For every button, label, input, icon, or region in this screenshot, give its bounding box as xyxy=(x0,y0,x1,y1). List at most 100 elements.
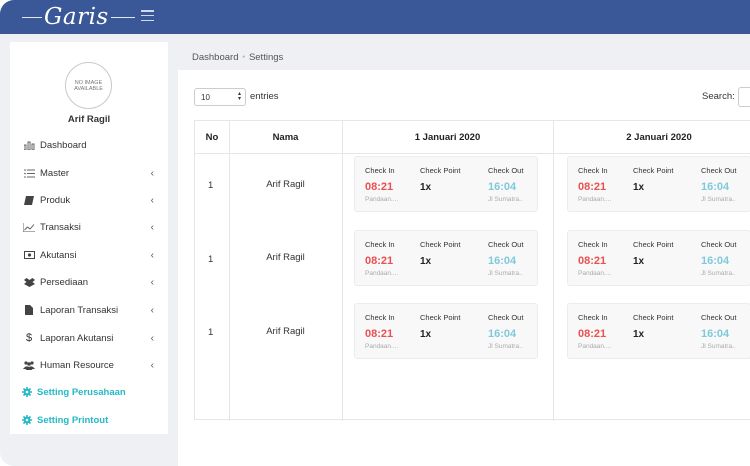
chevron-left-icon: ‹ xyxy=(150,194,154,206)
list-icon xyxy=(22,168,36,178)
sidebar-item-label: Produk xyxy=(40,194,71,206)
cell-no: 1 xyxy=(208,327,214,338)
check-in-label: Check In xyxy=(365,166,395,175)
attendance-card[interactable]: Check In Check Point Check Out 08:21 1x … xyxy=(354,303,538,359)
breadcrumb: Dashboard • Settings xyxy=(192,52,283,63)
user-name: Arif Ragil xyxy=(67,114,111,125)
check-point-label: Check Point xyxy=(633,313,674,322)
check-out-location: Jl Sumatra.. xyxy=(701,270,736,277)
boxes-icon xyxy=(22,277,36,287)
cell-nama: Arif Ragil xyxy=(266,252,305,263)
dollar-icon: $ xyxy=(25,332,33,344)
check-point-label: Check Point xyxy=(633,166,674,175)
attendance-card[interactable]: Check In Check Point Check Out 08:21 1x … xyxy=(354,156,538,212)
chevron-left-icon: ‹ xyxy=(150,304,154,316)
main-content: 10 ▴ ▾ entries Search: No Nama 1 Januari … xyxy=(178,70,750,466)
cell-nama: Arif Ragil xyxy=(266,179,305,190)
money-icon xyxy=(22,251,36,259)
sidebar-item-label: Akutansi xyxy=(40,249,77,261)
check-point-label: Check Point xyxy=(420,240,461,249)
sidebar-item-label: Laporan Transaksi xyxy=(40,304,119,316)
column-header-date[interactable]: 1 Januari 2020 xyxy=(342,132,553,143)
sidebar-item-label: Laporan Akutansi xyxy=(40,332,114,344)
check-out-time: 16:04 xyxy=(488,181,517,193)
check-in-time: 08:21 xyxy=(578,181,607,193)
check-out-label: Check Out xyxy=(488,240,524,249)
sidebar-item-laporan-akutansi[interactable]: $ Laporan Akutansi ‹ xyxy=(10,325,168,351)
check-in-time: 08:21 xyxy=(365,181,394,193)
gear-icon xyxy=(20,387,34,397)
attendance-card[interactable]: Check In Check Point Check Out 08:21 1x … xyxy=(567,303,750,359)
check-point-count: 1x xyxy=(420,256,432,267)
breadcrumb-separator: • xyxy=(242,54,245,61)
sidebar-item-label: Transaksi xyxy=(40,221,81,233)
avatar: NO IMAGE AVAILABLE xyxy=(65,62,112,109)
chevron-left-icon: ‹ xyxy=(150,332,154,344)
column-header-nama[interactable]: Nama xyxy=(229,132,342,143)
check-point-label: Check Point xyxy=(420,166,461,175)
sidebar-item-dashboard[interactable]: Dashboard xyxy=(10,132,168,158)
check-out-time: 16:04 xyxy=(488,328,517,340)
entries-label: entries xyxy=(250,91,279,102)
sidebar-item-akutansi[interactable]: Akutansi ‹ xyxy=(10,242,168,268)
check-in-time: 08:21 xyxy=(365,255,394,267)
attendance-table: No Nama 1 Januari 2020 2 Januari 2020 1 … xyxy=(194,120,750,421)
cell-no: 1 xyxy=(208,180,214,191)
check-out-location: Jl Sumatra.. xyxy=(488,196,523,203)
check-point-count: 1x xyxy=(633,256,645,267)
check-in-location: Pandaan.... xyxy=(578,343,612,350)
column-header-date[interactable]: 2 Januari 2020 xyxy=(553,132,750,143)
check-in-location: Pandaan.... xyxy=(578,196,612,203)
check-out-location: Jl Sumatra.. xyxy=(701,196,736,203)
attendance-card[interactable]: Check In Check Point Check Out 08:21 1x … xyxy=(567,230,750,286)
sidebar-item-master[interactable]: Master ‹ xyxy=(10,160,168,186)
search-input[interactable] xyxy=(738,87,750,107)
gear-icon xyxy=(20,415,34,425)
check-out-label: Check Out xyxy=(701,166,737,175)
entries-length-select[interactable]: 10 ▴ ▾ xyxy=(194,88,246,106)
check-in-location: Pandaan.... xyxy=(365,343,399,350)
app-frame: Garis NO IMAGE AVAILABLE Arif Ragil Dash… xyxy=(0,0,750,466)
sidebar-item-human-resource[interactable]: Human Resource ‹ xyxy=(10,352,168,378)
breadcrumb-current: Settings xyxy=(248,52,284,63)
sidebar-item-laporan-transaksi[interactable]: Laporan Transaksi ‹ xyxy=(10,297,168,323)
column-header-no[interactable]: No xyxy=(195,132,229,143)
sidebar-item-label: Persediaan xyxy=(40,276,89,288)
check-point-count: 1x xyxy=(633,182,645,193)
sidebar-item-setting-printout[interactable]: Setting Printout xyxy=(10,407,168,433)
attendance-card[interactable]: Check In Check Point Check Out 08:21 1x … xyxy=(567,156,750,212)
attendance-card[interactable]: Check In Check Point Check Out 08:21 1x … xyxy=(354,230,538,286)
check-out-time: 16:04 xyxy=(701,181,730,193)
chevron-left-icon: ‹ xyxy=(150,221,154,233)
check-out-location: Jl Sumatra.. xyxy=(488,343,523,350)
sidebar-item-label: Human Resource xyxy=(40,359,114,371)
sidebar-item-produk[interactable]: Produk ‹ xyxy=(10,187,168,213)
check-in-time: 08:21 xyxy=(578,255,607,267)
check-out-label: Check Out xyxy=(488,166,524,175)
sidebar-item-setting-perusahaan[interactable]: Setting Perusahaan xyxy=(10,379,168,405)
search-label: Search: xyxy=(702,91,735,102)
hamburger-menu-icon[interactable] xyxy=(141,10,154,21)
check-point-label: Check Point xyxy=(633,240,674,249)
select-arrows-icon: ▴ ▾ xyxy=(237,91,241,102)
breadcrumb-home[interactable]: Dashboard xyxy=(192,52,238,63)
chevron-left-icon: ‹ xyxy=(150,167,154,179)
check-out-time: 16:04 xyxy=(701,328,730,340)
check-point-count: 1x xyxy=(633,329,645,340)
sidebar-item-label: Master xyxy=(40,167,70,179)
sidebar-item-transaksi[interactable]: Transaksi ‹ xyxy=(10,214,168,240)
check-in-label: Check In xyxy=(365,240,395,249)
sidebar-item-persediaan[interactable]: Persediaan ‹ xyxy=(10,269,168,295)
sidebar-item-label: Dashboard xyxy=(40,139,87,151)
brand-name: Garis xyxy=(44,4,109,30)
chevron-left-icon: ‹ xyxy=(150,249,154,261)
check-out-location: Jl Sumatra.. xyxy=(701,343,736,350)
brand-logo[interactable]: Garis xyxy=(22,1,135,33)
check-out-location: Jl Sumatra.. xyxy=(488,270,523,277)
check-in-label: Check In xyxy=(578,313,608,322)
users-icon xyxy=(22,360,36,370)
check-out-label: Check Out xyxy=(701,313,737,322)
book-icon xyxy=(22,195,36,205)
check-out-label: Check Out xyxy=(701,240,737,249)
check-in-time: 08:21 xyxy=(578,328,607,340)
